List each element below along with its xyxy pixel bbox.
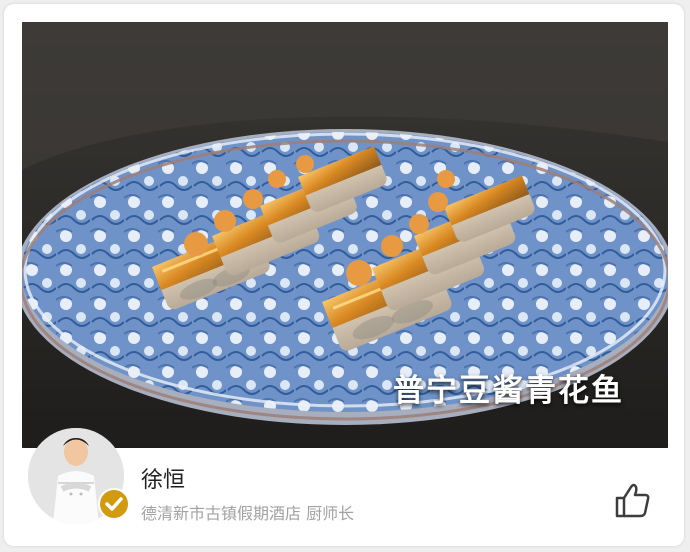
like-button[interactable]: [609, 478, 655, 524]
verified-badge: [98, 488, 130, 520]
chef-avatar-container[interactable]: [28, 428, 130, 524]
checkmark-icon: [105, 497, 123, 511]
dish-title: 普宁豆酱青花鱼: [393, 373, 624, 409]
thumbs-up-icon: [615, 483, 650, 518]
recipe-card[interactable]: 普宁豆酱青花鱼 徐恒 德清新市古镇假期酒店 厨师长: [4, 4, 684, 546]
chef-name[interactable]: 徐恒: [141, 462, 185, 494]
dish-photo[interactable]: 普宁豆酱青花鱼: [22, 22, 668, 448]
chef-title: 德清新市古镇假期酒店 厨师长: [141, 504, 355, 523]
